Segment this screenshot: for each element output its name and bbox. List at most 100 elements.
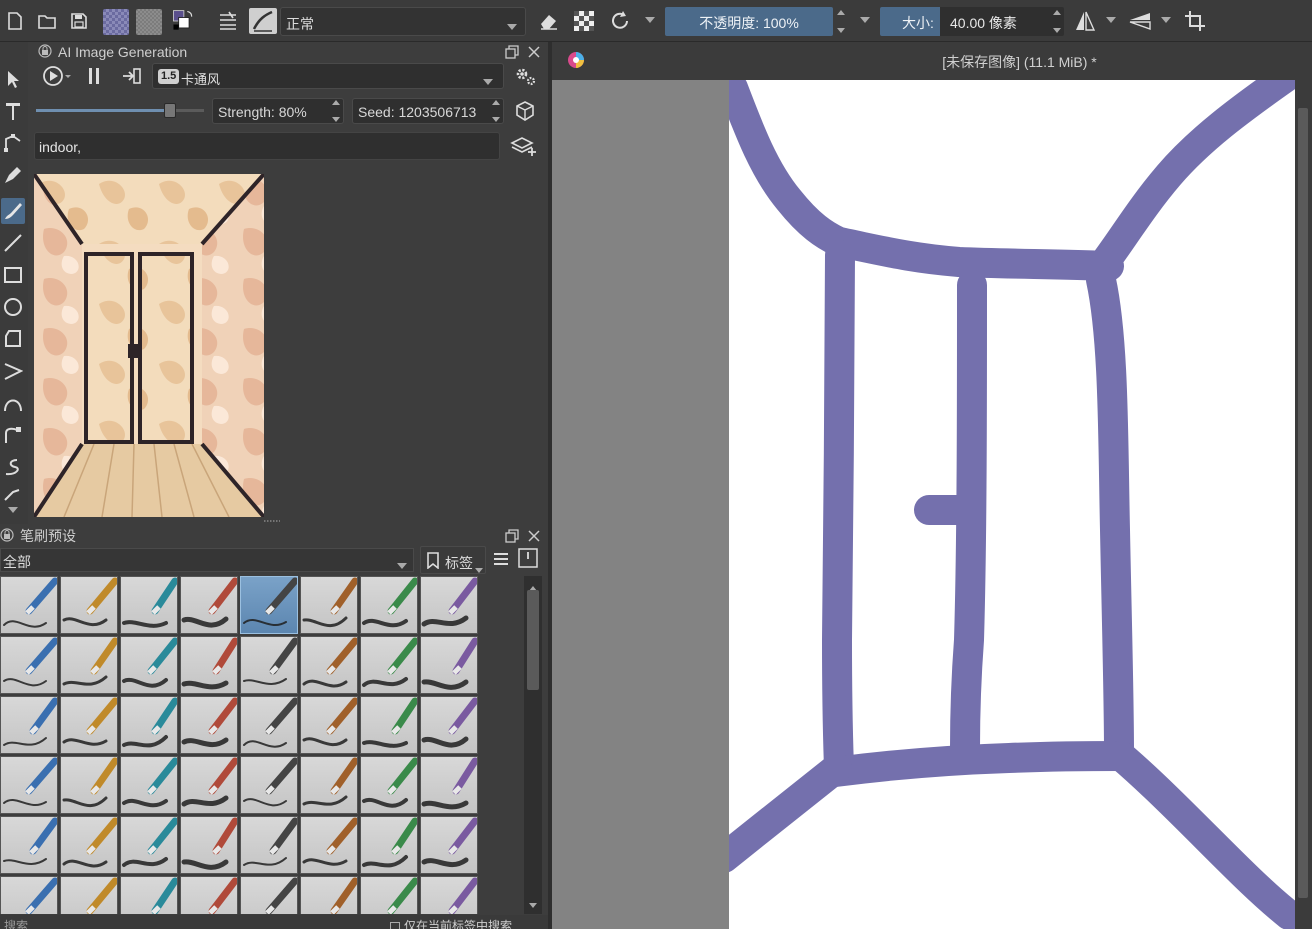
brush-preset-tile[interactable] [120, 576, 178, 634]
close-docker-icon[interactable] [526, 528, 542, 544]
scroll-down-icon[interactable] [529, 896, 537, 911]
ellipse-tool-icon[interactable] [1, 294, 25, 320]
pattern-icon[interactable] [103, 9, 129, 35]
brush-preset-tile[interactable] [420, 576, 478, 634]
brush-preset-tile[interactable] [180, 636, 238, 694]
brush-preset-tile[interactable] [240, 876, 298, 914]
brush-grid-scrollbar[interactable] [524, 576, 542, 914]
brush-preset-tile[interactable] [240, 576, 298, 634]
float-docker-icon[interactable] [504, 44, 520, 60]
scrollbar-thumb[interactable] [1298, 108, 1308, 898]
scrollbar-thumb[interactable] [527, 590, 539, 690]
tag-button[interactable]: 标签 [420, 546, 486, 574]
gradient-icon[interactable] [136, 9, 162, 35]
random-seed-dice-icon[interactable] [514, 100, 538, 122]
line-tool-icon[interactable] [1, 230, 25, 256]
strength-slider[interactable] [36, 103, 204, 118]
blend-mode-select[interactable]: 正常 [280, 7, 526, 36]
brush-search-input[interactable]: 搜索 [0, 917, 370, 929]
add-layer-region-icon[interactable] [510, 134, 538, 158]
canvas-vertical-scrollbar[interactable] [1295, 80, 1312, 929]
mirror-vertical-icon[interactable] [1127, 8, 1153, 34]
chevron-down-icon[interactable] [644, 14, 656, 26]
brush-preset-tile[interactable] [420, 696, 478, 754]
brush-size-slider[interactable]: 大小: 40.00 像素 [880, 7, 1064, 36]
style-select[interactable]: 1.5 卡通风 [152, 63, 504, 89]
brush-editor-icon[interactable] [518, 548, 540, 570]
brush-preset-tile[interactable] [240, 816, 298, 874]
freehand-path-icon[interactable] [1, 422, 25, 448]
brush-preset-tile[interactable] [360, 816, 418, 874]
view-options-icon[interactable] [492, 550, 512, 570]
rectangle-tool-icon[interactable] [1, 262, 25, 288]
generate-button[interactable] [42, 64, 74, 88]
queue-icon[interactable] [120, 66, 142, 86]
brush-preset-tile[interactable] [180, 876, 238, 914]
opacity-spinner[interactable] [834, 7, 848, 36]
lock-icon[interactable] [0, 527, 14, 545]
seed-field[interactable]: Seed: 1203506713 [352, 98, 504, 124]
freehand-brush-icon[interactable] [1, 198, 25, 224]
chevron-down-icon[interactable] [1160, 14, 1172, 26]
strength-field[interactable]: Strength: 80% [212, 98, 344, 124]
app-logo-icon[interactable] [567, 51, 585, 69]
brush-preset-tile[interactable] [120, 696, 178, 754]
drawing-canvas[interactable] [729, 80, 1295, 929]
chevron-down-icon[interactable] [1105, 14, 1117, 26]
mirror-horizontal-icon[interactable] [1072, 8, 1098, 34]
brush-preset-tile[interactable] [0, 816, 58, 874]
brush-preset-tile[interactable] [60, 576, 118, 634]
open-folder-icon[interactable] [34, 8, 60, 34]
seed-spinner[interactable] [489, 97, 503, 125]
strength-spinner[interactable] [329, 97, 343, 125]
pause-button[interactable] [86, 66, 104, 86]
chevron-down-icon[interactable] [859, 14, 871, 26]
edit-shapes-icon[interactable] [1, 130, 25, 156]
brush-preset-tile[interactable] [60, 876, 118, 914]
brush-preset-icon[interactable] [249, 8, 277, 34]
text-tool-icon[interactable] [1, 98, 25, 124]
brush-preset-tile[interactable] [240, 756, 298, 814]
resize-grip-icon[interactable] [264, 516, 280, 522]
brush-preset-tile[interactable] [180, 576, 238, 634]
brush-preset-tile[interactable] [420, 756, 478, 814]
reload-icon[interactable] [607, 8, 633, 34]
polygon-tool-icon[interactable] [1, 326, 25, 352]
settings-gear-icon[interactable] [514, 66, 538, 88]
multibrush-icon[interactable] [1, 486, 25, 502]
brush-preset-tile[interactable] [120, 636, 178, 694]
brush-preset-tile[interactable] [120, 816, 178, 874]
prompt-input[interactable]: indoor, [34, 132, 500, 160]
brush-preset-tile[interactable] [60, 636, 118, 694]
brush-preset-tile[interactable] [240, 636, 298, 694]
brush-preset-tile[interactable] [360, 636, 418, 694]
brush-preset-tile[interactable] [360, 576, 418, 634]
opacity-slider[interactable]: 不透明度: 100% [665, 7, 833, 36]
search-current-tag-checkbox[interactable]: 仅在当前标签中搜索 [390, 917, 512, 929]
crop-icon[interactable] [1182, 8, 1208, 34]
brush-preset-tile[interactable] [0, 696, 58, 754]
brush-preset-tile[interactable] [360, 756, 418, 814]
select-shapes-icon[interactable] [1, 66, 25, 92]
brush-preset-tile[interactable] [60, 816, 118, 874]
lock-icon[interactable] [38, 43, 52, 61]
brush-preset-tile[interactable] [0, 636, 58, 694]
brush-preset-tile[interactable] [120, 876, 178, 914]
float-docker-icon[interactable] [504, 528, 520, 544]
brush-preset-tile[interactable] [60, 696, 118, 754]
size-spinner[interactable] [1050, 7, 1064, 36]
brush-preset-tile[interactable] [180, 696, 238, 754]
generated-image-thumbnail[interactable] [32, 172, 266, 519]
brush-preset-tile[interactable] [0, 576, 58, 634]
brush-preset-tile[interactable] [300, 636, 358, 694]
tag-filter-select[interactable]: 全部 [0, 548, 414, 572]
brush-preset-tile[interactable] [300, 816, 358, 874]
brush-preset-tile[interactable] [0, 876, 58, 914]
toolbox-scroll-down-icon[interactable] [1, 504, 25, 516]
alpha-lock-icon[interactable] [571, 8, 597, 34]
brush-preset-tile[interactable] [300, 576, 358, 634]
brush-preset-tile[interactable] [360, 876, 418, 914]
brush-preset-tile[interactable] [240, 696, 298, 754]
save-icon[interactable] [66, 8, 92, 34]
dynamic-brush-icon[interactable] [1, 454, 25, 480]
